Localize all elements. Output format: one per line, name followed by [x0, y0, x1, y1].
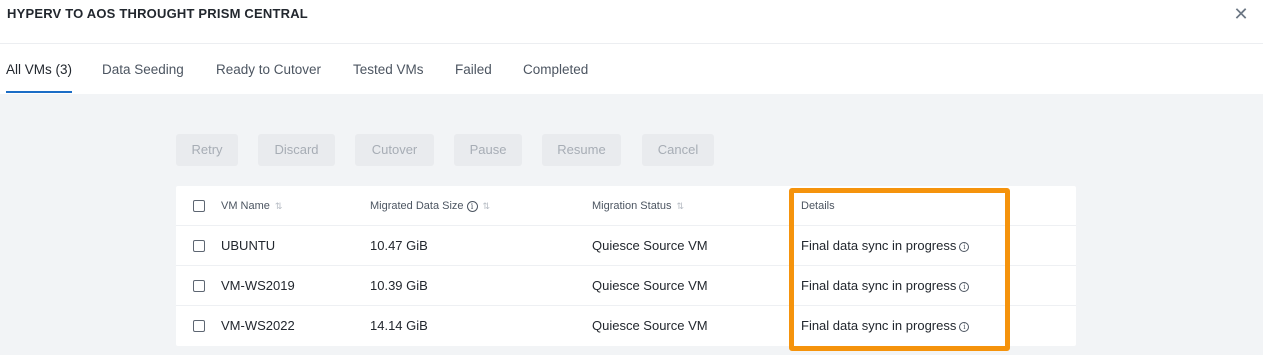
dialog-title: HYPERV TO AOS THROUGHT PRISM CENTRAL [7, 6, 308, 21]
tab-tested-vms[interactable]: Tested VMs [353, 62, 424, 77]
details-text: Final data sync in progress [801, 318, 957, 333]
vm-name-cell[interactable]: VM-WS2022 [221, 306, 295, 346]
table-row: VM-WS2022 14.14 GiB Quiesce Source VM Fi… [176, 306, 1076, 346]
migration-status-cell: Quiesce Source VM [592, 278, 708, 293]
table-row: UBUNTU 10.47 GiB Quiesce Source VM Final… [176, 226, 1076, 266]
cancel-button[interactable]: Cancel [642, 134, 714, 166]
data-size-cell: 10.39 GiB [370, 278, 428, 293]
table-row: VM-WS2019 10.39 GiB Quiesce Source VM Fi… [176, 266, 1076, 306]
retry-button[interactable]: Retry [176, 134, 238, 166]
column-header-vm-name[interactable]: VM Name ⇅ [221, 186, 282, 226]
details-cell: Final data sync in progress i [801, 266, 970, 306]
row-checkbox[interactable] [193, 320, 205, 332]
vm-name-cell[interactable]: UBUNTU [221, 226, 275, 266]
tab-failed[interactable]: Failed [455, 62, 492, 77]
vm-table: VM Name ⇅ Migrated Data Size i ⇅ Migration … [176, 186, 1076, 346]
table-header-row: VM Name ⇅ Migrated Data Size i ⇅ Migration … [176, 186, 1076, 226]
close-icon[interactable]: ✕ [1233, 5, 1249, 23]
details-text: Final data sync in progress [801, 278, 957, 293]
details-text: Final data sync in progress [801, 238, 957, 253]
details-cell: Final data sync in progress i [801, 306, 970, 346]
pause-button[interactable]: Pause [454, 134, 522, 166]
dialog-header: HYPERV TO AOS THROUGHT PRISM CENTRAL ✕ [0, 0, 1263, 44]
column-header-details: Details [801, 200, 835, 212]
main-content: Retry Discard Cutover Pause Resume Cance… [0, 94, 1263, 355]
resume-button[interactable]: Resume [542, 134, 621, 166]
tab-ready-to-cutover[interactable]: Ready to Cutover [216, 62, 321, 77]
migration-status-cell: Quiesce Source VM [592, 318, 708, 333]
info-icon[interactable]: i [959, 241, 970, 252]
tab-all-vms[interactable]: All VMs (3) [6, 62, 72, 77]
details-cell: Final data sync in progress i [801, 226, 970, 266]
select-all-checkbox[interactable] [193, 200, 205, 212]
column-header-label: Migrated Data Size [370, 200, 464, 212]
sort-icon[interactable]: ⇅ [676, 201, 684, 211]
tab-data-seeding[interactable]: Data Seeding [102, 62, 184, 77]
sort-icon[interactable]: ⇅ [483, 201, 491, 211]
active-tab-indicator [6, 91, 72, 93]
cutover-button[interactable]: Cutover [355, 134, 434, 166]
tab-completed[interactable]: Completed [523, 62, 588, 77]
data-size-cell: 14.14 GiB [370, 318, 428, 333]
info-icon[interactable]: i [466, 200, 478, 212]
column-header-migration-status[interactable]: Migration Status ⇅ [592, 186, 684, 226]
info-icon[interactable]: i [959, 321, 970, 332]
discard-button[interactable]: Discard [258, 134, 335, 166]
column-header-label: VM Name [221, 200, 270, 212]
column-header-label: Migration Status [592, 200, 672, 212]
vm-name-cell[interactable]: VM-WS2019 [221, 266, 295, 306]
tab-bar: All VMs (3) Data Seeding Ready to Cutove… [0, 44, 1263, 94]
info-icon[interactable]: i [959, 281, 970, 292]
sort-icon[interactable]: ⇅ [275, 201, 283, 211]
row-checkbox[interactable] [193, 240, 205, 252]
migration-status-cell: Quiesce Source VM [592, 238, 708, 253]
data-size-cell: 10.47 GiB [370, 238, 428, 253]
row-checkbox[interactable] [193, 280, 205, 292]
column-header-migrated-data-size[interactable]: Migrated Data Size i ⇅ [370, 186, 490, 226]
